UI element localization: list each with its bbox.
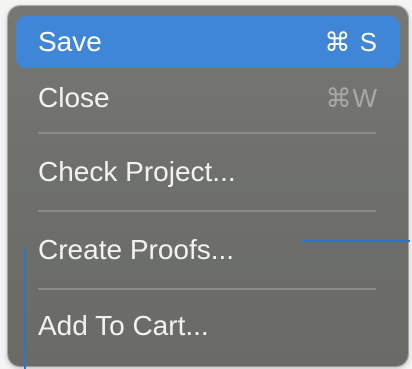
menu-item-label: Check Project... [38, 156, 236, 187]
menu-separator [38, 210, 376, 212]
menu-item-label: Close [38, 82, 110, 113]
context-menu: Save ⌘ S Close ⌘W Check Project... Creat… [8, 6, 408, 366]
menu-item-label: Add To Cart... [38, 310, 209, 341]
guide-line-horizontal [302, 240, 410, 242]
shortcut-label: ⌘W [325, 83, 378, 113]
menu-item-create-proofs[interactable]: Create Proofs... [16, 224, 400, 276]
shortcut-label: ⌘ S [324, 27, 378, 57]
screenshot-stage: Save ⌘ S Close ⌘W Check Project... Creat… [0, 0, 412, 369]
menu-item-label: Save [38, 26, 102, 57]
menu-separator [38, 132, 376, 134]
menu-item-add-to-cart[interactable]: Add To Cart... [16, 300, 400, 352]
menu-item-close[interactable]: Close ⌘W [16, 72, 400, 124]
menu-item-save[interactable]: Save ⌘ S [16, 16, 400, 68]
guide-line-vertical [24, 248, 26, 369]
menu-item-check-project[interactable]: Check Project... [16, 146, 400, 198]
menu-separator [38, 288, 376, 290]
menu-item-label: Create Proofs... [38, 234, 235, 265]
